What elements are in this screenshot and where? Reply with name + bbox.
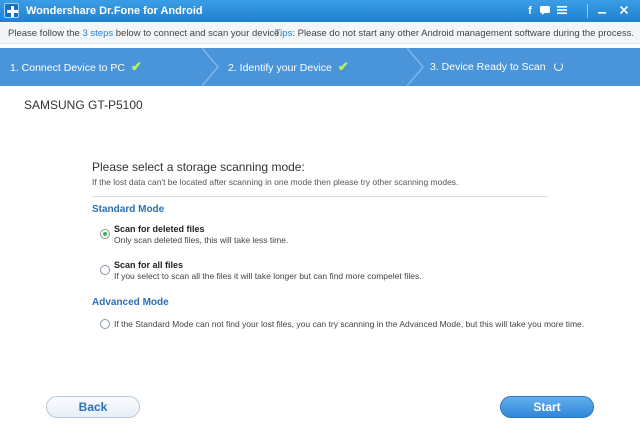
check-icon: ✔ <box>337 59 349 74</box>
section-divider <box>92 196 548 197</box>
instructions-text: Please follow the 3 steps below to conne… <box>8 28 282 39</box>
step-ready: 3. Device Ready to Scan <box>430 48 563 86</box>
step-chevron-icon <box>201 48 219 86</box>
step-label: 3. Device Ready to Scan <box>430 61 546 73</box>
steps-bar: 1. Connect Device to PC ✔ 2. Identify you… <box>0 48 640 86</box>
tips-body: Please do not start any other Android ma… <box>294 28 634 39</box>
option-description: Only scan deleted files, this will take … <box>114 235 289 245</box>
app-title: Wondershare Dr.Fone for Android <box>26 5 203 17</box>
steps-link[interactable]: 3 steps <box>82 28 113 39</box>
option-label[interactable]: Scan for deleted files <box>114 224 205 234</box>
tips-text: Tips: Please do not start any other Andr… <box>275 28 634 39</box>
facebook-icon[interactable]: f <box>523 4 537 18</box>
radio-advanced[interactable] <box>100 319 110 329</box>
standard-mode-heading: Standard Mode <box>92 204 165 215</box>
scan-mode-title: Please select a storage scanning mode: <box>92 160 305 174</box>
radio-scan-deleted[interactable] <box>100 229 110 239</box>
advanced-description: If the Standard Mode can not find your l… <box>114 319 585 329</box>
tips-label: Tips: <box>274 28 295 39</box>
option-description: If you select to scan all the files it w… <box>114 271 422 281</box>
scan-mode-prompt: Please select a storage scanning mode: I… <box>92 160 572 187</box>
radio-scan-all[interactable] <box>100 265 110 275</box>
step-label: 1. Connect Device to PC <box>10 62 125 74</box>
back-button[interactable]: Back <box>46 396 140 418</box>
device-name: SAMSUNG GT-P5100 <box>24 98 143 112</box>
titlebar-divider <box>587 4 588 18</box>
minimize-icon[interactable] <box>595 4 609 18</box>
option-label[interactable]: Scan for all files <box>114 260 183 270</box>
close-icon[interactable] <box>617 4 631 18</box>
step-identify: 2. Identify your Device ✔ <box>228 48 349 86</box>
check-icon: ✔ <box>130 59 142 74</box>
step-connect: 1. Connect Device to PC ✔ <box>10 48 142 86</box>
step-label: 2. Identify your Device <box>228 62 332 74</box>
menu-icon[interactable] <box>555 4 569 18</box>
step-chevron-icon <box>406 48 424 86</box>
instructions-suffix: below to connect and scan your device. <box>113 28 283 39</box>
scan-mode-hint: If the lost data can't be located after … <box>92 177 459 187</box>
app-logo-icon <box>4 3 19 18</box>
start-button[interactable]: Start <box>500 396 594 418</box>
title-bar: Wondershare Dr.Fone for Android f <box>0 0 640 22</box>
instructions-prefix: Please follow the <box>8 28 83 39</box>
info-bar: Please follow the 3 steps below to conne… <box>0 22 640 44</box>
loading-spinner-icon <box>553 62 563 71</box>
advanced-mode-heading: Advanced Mode <box>92 297 169 308</box>
chat-icon[interactable] <box>538 4 552 18</box>
